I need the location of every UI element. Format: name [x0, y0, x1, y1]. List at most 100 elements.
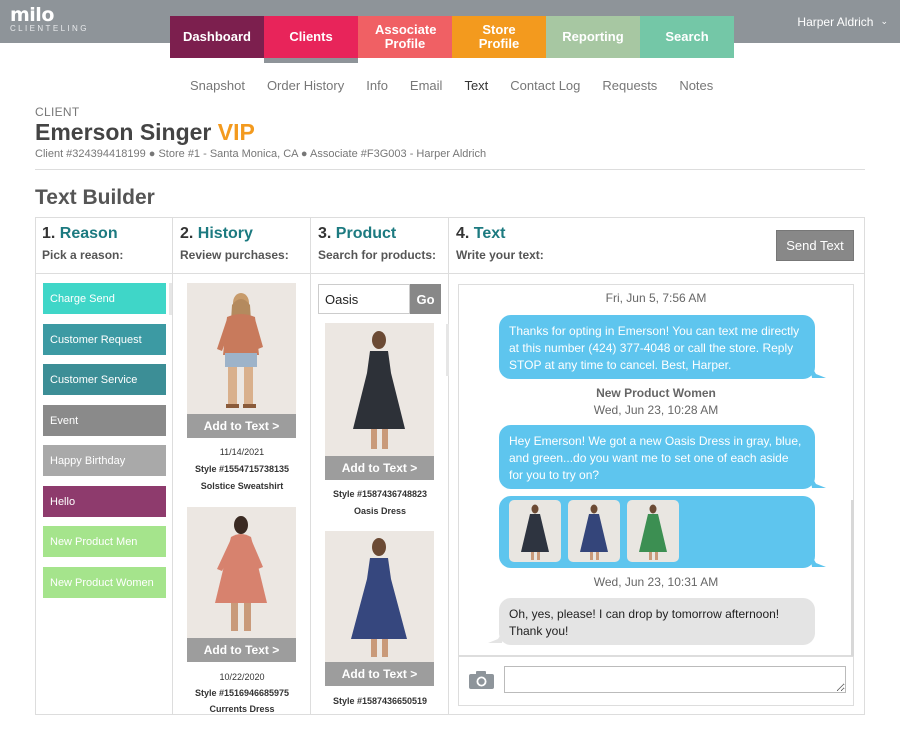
column-divider [172, 217, 173, 715]
tab-associate-profile[interactable]: Associate Profile [358, 16, 452, 58]
outgoing-message: Hey Emerson! We got a new Oasis Dress in… [499, 425, 815, 489]
step-title: History [197, 225, 253, 242]
add-to-text-button[interactable]: Add to Text > [325, 456, 434, 480]
tab-dashboard[interactable]: Dashboard [170, 16, 264, 58]
product-column-header: 3. Product Search for products: [318, 225, 436, 262]
message-timestamp: Fri, Jun 5, 7:56 AM [605, 291, 707, 305]
subtab-notes[interactable]: Notes [679, 78, 713, 93]
column-divider [310, 217, 311, 715]
subtab-contact-log[interactable]: Contact Log [510, 78, 580, 93]
header-divider [35, 273, 865, 274]
client-label: CLIENT [35, 105, 80, 119]
logo-text: milo [10, 4, 54, 26]
reason-customer-service[interactable]: Customer Service [43, 364, 166, 395]
search-go-button[interactable]: Go [410, 284, 441, 314]
client-subnav: Snapshot Order History Info Email Text C… [190, 78, 735, 93]
camera-icon[interactable] [468, 670, 495, 690]
reason-event[interactable]: Event [43, 405, 166, 436]
message-input[interactable] [504, 666, 846, 693]
purchase-name: Currents Dress [209, 704, 275, 713]
app-logo[interactable]: milo CLIENTELING [10, 6, 89, 34]
step-subtitle: Review purchases: [180, 248, 289, 262]
product-style: Style #1587436650519 [332, 696, 428, 706]
step-title: Text [473, 225, 506, 242]
step-number: 1. [42, 225, 56, 242]
reason-new-product-men[interactable]: New Product Men [43, 526, 166, 557]
outgoing-message: Thanks for opting in Emerson! You can te… [499, 315, 815, 379]
subtab-order-history[interactable]: Order History [267, 78, 344, 93]
attached-product-image[interactable] [568, 500, 620, 562]
product-search-input[interactable] [318, 284, 410, 314]
tab-reporting[interactable]: Reporting [546, 16, 640, 58]
step-number: 4. [456, 225, 470, 242]
bubble-tail [488, 629, 504, 643]
reason-charge-send[interactable]: Charge Send [43, 283, 166, 314]
divider [35, 169, 865, 170]
tab-clients[interactable]: Clients [264, 16, 358, 63]
step-subtitle: Pick a reason: [42, 248, 124, 262]
column-divider [448, 217, 449, 715]
bubble-tail [810, 553, 826, 567]
step-subtitle: Search for products: [318, 248, 437, 262]
text-column-header: 4. Text Write your text: [456, 225, 544, 262]
purchase-name: Solstice Sweatshirt [200, 481, 284, 491]
add-to-text-button[interactable]: Add to Text > [325, 662, 434, 686]
tab-label: Associate Profile [375, 22, 437, 51]
product-photo [187, 507, 296, 638]
tab-label: Clients [289, 29, 333, 44]
subtab-requests[interactable]: Requests [602, 78, 657, 93]
message-timestamp: Wed, Jun 23, 10:31 AM [593, 575, 719, 589]
step-title: Product [335, 225, 397, 242]
scrollbar[interactable] [169, 283, 172, 315]
reason-hello[interactable]: Hello [43, 486, 166, 517]
step-title: Reason [59, 225, 118, 242]
add-to-text-button[interactable]: Add to Text > [187, 414, 296, 438]
client-name-text: Emerson Singer [35, 119, 212, 145]
tab-search[interactable]: Search [640, 16, 734, 58]
step-number: 3. [318, 225, 332, 242]
client-name: Emerson Singer VIP [35, 119, 255, 146]
reason-happy-birthday[interactable]: Happy Birthday [43, 445, 166, 476]
tab-label: Reporting [562, 29, 624, 44]
vip-badge: VIP [217, 119, 255, 145]
tab-label: Search [665, 29, 709, 44]
purchase-date: 11/14/2021 [219, 447, 265, 457]
product-photo [325, 531, 434, 662]
purchase-style: Style #1516946685975 [194, 688, 290, 698]
purchase-style: Style #1554715738135 [194, 464, 290, 474]
logo-subtext: CLIENTELING [10, 24, 89, 33]
attached-product-image[interactable] [627, 500, 679, 562]
attached-product-image[interactable] [509, 500, 561, 562]
send-text-button[interactable]: Send Text [776, 230, 854, 261]
message-context: New Product Women [596, 386, 716, 400]
product-photo [187, 283, 296, 414]
subtab-text[interactable]: Text [464, 78, 488, 93]
step-number: 2. [180, 225, 194, 242]
incoming-message: Oh, yes, please! I can drop by tomorrow … [499, 598, 815, 645]
text-builder-title: Text Builder [35, 186, 155, 209]
reason-column-header: 1. Reason Pick a reason: [42, 225, 123, 262]
reason-customer-request[interactable]: Customer Request [43, 324, 166, 355]
bubble-tail [810, 364, 826, 378]
tab-store-profile[interactable]: Store Profile [452, 16, 546, 58]
user-name: Harper Aldrich [797, 15, 874, 29]
step-subtitle: Write your text: [456, 248, 544, 262]
subtab-snapshot[interactable]: Snapshot [190, 78, 245, 93]
tab-label: Store Profile [478, 22, 520, 51]
user-menu[interactable]: Harper Aldrich ⌄ [797, 15, 888, 29]
product-name: Oasis Dress [353, 506, 407, 516]
tab-label: Dashboard [183, 29, 251, 44]
bubble-tail [810, 474, 826, 488]
chevron-down-icon: ⌄ [880, 15, 888, 26]
product-photo [325, 323, 434, 456]
product-style: Style #1587436748823 [332, 489, 428, 499]
scrollbar[interactable] [446, 324, 449, 376]
add-to-text-button[interactable]: Add to Text > [187, 638, 296, 662]
subtab-info[interactable]: Info [366, 78, 388, 93]
client-meta: Client #324394418199 ● Store #1 - Santa … [35, 148, 487, 160]
reason-new-product-women[interactable]: New Product Women [43, 567, 166, 598]
main-nav: Dashboard Clients Associate Profile Stor… [170, 16, 734, 63]
history-column-header: 2. History Review purchases: [180, 225, 289, 262]
message-timestamp: Wed, Jun 23, 10:28 AM [593, 403, 719, 417]
subtab-email[interactable]: Email [410, 78, 443, 93]
